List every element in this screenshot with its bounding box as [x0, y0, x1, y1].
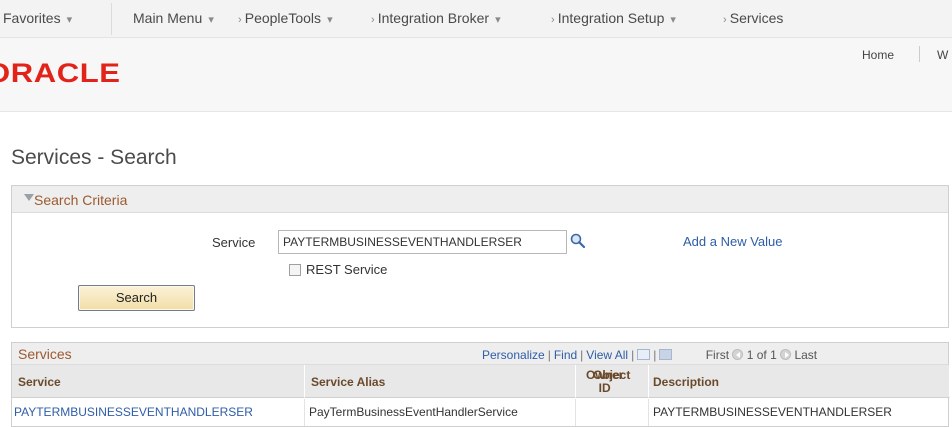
col-header-service-alias[interactable]: Service Alias	[305, 365, 576, 398]
nav-separator	[111, 3, 112, 35]
table-row-service-link[interactable]: PAYTERMBUSINESSEVENTHANDLERSER	[12, 399, 305, 426]
partial-header-link[interactable]: W	[937, 48, 948, 62]
grid-title-bar: Services Personalize | Find | View All | | Fir…	[12, 343, 948, 365]
find-link[interactable]: Find	[554, 348, 577, 362]
grid-title: Services	[18, 346, 72, 362]
chevron-down-icon: ▾	[205, 14, 214, 26]
col-header-description[interactable]: Description	[649, 365, 950, 398]
chevron-down-icon: ▾	[324, 14, 333, 26]
breadcrumb-arrow-icon: ›	[551, 14, 558, 26]
home-link[interactable]: Home	[862, 48, 894, 62]
grid-toolbar: Personalize | Find | View All | | First 1 of 1…	[482, 348, 818, 362]
lookup-magnifier-icon[interactable]	[569, 232, 587, 250]
main-menu[interactable]: Main Menu ▾	[133, 10, 214, 26]
chevron-down-icon: ▾	[667, 14, 676, 26]
col-header-service[interactable]: Service	[12, 365, 305, 398]
row-range: 1 of 1	[746, 348, 777, 362]
breadcrumb-arrow-icon: ›	[371, 14, 378, 26]
previous-circle-icon[interactable]	[732, 349, 744, 360]
table-row-owner[interactable]	[576, 399, 649, 426]
service-input[interactable]	[278, 230, 567, 254]
breadcrumb-peopletools[interactable]: › PeopleTools ▾	[235, 10, 333, 26]
next-circle-icon[interactable]	[780, 349, 792, 360]
search-criteria-header[interactable]: Search Criteria	[12, 186, 948, 213]
breadcrumb-arrow-icon: ›	[723, 14, 730, 26]
rest-service-checkbox[interactable]	[289, 264, 301, 276]
rest-service-label: REST Service	[306, 262, 388, 277]
breadcrumb-arrow-icon: ›	[238, 14, 245, 26]
breadcrumb-services[interactable]: › Services	[720, 10, 783, 26]
page-header: ORACLE Home W	[0, 38, 952, 112]
last-link[interactable]: Last	[794, 348, 817, 362]
breadcrumb-integration-broker[interactable]: › Integration Broker ▾	[368, 10, 501, 26]
collapse-triangle-icon	[24, 194, 34, 201]
top-navigation-bar: Favorites ▾ Main Menu ▾ › PeopleTools ▾ …	[0, 0, 952, 38]
personalize-link[interactable]: Personalize	[482, 348, 545, 362]
breadcrumb-integration-setup[interactable]: › Integration Setup ▾	[548, 10, 676, 26]
first-link[interactable]: First	[706, 348, 729, 362]
chevron-down-icon: ▾	[492, 14, 501, 26]
page-title: Services - Search	[11, 146, 177, 169]
chevron-down-icon: ▾	[63, 14, 73, 26]
zoom-grid-icon[interactable]	[637, 349, 651, 360]
services-results-grid: Services Personalize | Find | View All | | Fir…	[11, 342, 950, 427]
col-header-object-owner-id[interactable]: Object Owner ID	[576, 365, 649, 398]
table-row-description[interactable]: PAYTERMBUSINESSEVENTHANDLERSER	[649, 399, 950, 426]
favorites-menu[interactable]: Favorites ▾	[3, 10, 72, 26]
search-criteria-title: Search Criteria	[34, 192, 128, 208]
service-label: Service	[212, 235, 256, 250]
oracle-logo: ORACLE	[0, 58, 121, 88]
add-new-value-link[interactable]: Add a New Value	[683, 234, 783, 249]
search-button[interactable]: Search	[78, 285, 195, 311]
table-row-alias[interactable]: PayTermBusinessEventHandlerService	[305, 399, 576, 426]
owner-header-line2: Owner ID	[586, 368, 624, 395]
download-grid-icon[interactable]	[659, 349, 673, 360]
header-divider	[919, 46, 920, 62]
view-all-link[interactable]: View All	[586, 348, 628, 362]
